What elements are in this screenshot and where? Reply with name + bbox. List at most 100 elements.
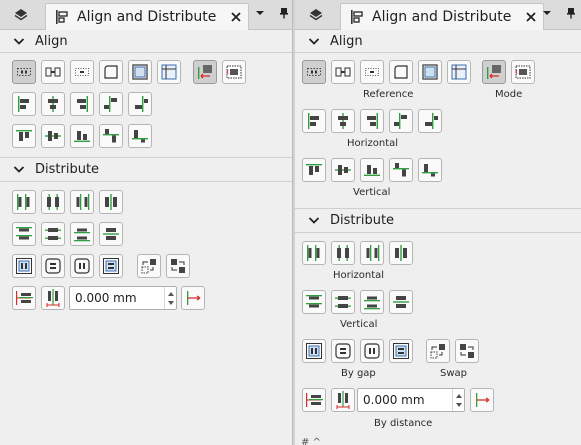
relative-to-biggest-item-button[interactable] <box>41 60 65 84</box>
stepper-down-icon[interactable] <box>167 300 175 306</box>
swap-backward-button[interactable] <box>455 339 479 363</box>
distribute-centers-horizontal-button[interactable] <box>331 241 355 265</box>
relative-to-selection-area-button[interactable] <box>12 60 36 84</box>
gap-option-3-button[interactable] <box>70 254 94 278</box>
align-right-button[interactable] <box>70 92 94 116</box>
align-section-header[interactable]: Align <box>295 30 581 52</box>
align-top-to-bottom-edge-button[interactable] <box>99 124 123 148</box>
distribute-top-edges-button[interactable] <box>12 222 36 246</box>
distance-stepper[interactable] <box>452 389 464 411</box>
apply-distance-button[interactable] <box>181 286 205 310</box>
apply-distance-button[interactable] <box>470 388 494 412</box>
distribute-section-header[interactable]: Distribute <box>0 158 292 180</box>
mode-grid-toggle[interactable] <box>222 60 246 84</box>
distribute-gaps-vertical-button[interactable] <box>389 290 413 314</box>
layers-icon[interactable] <box>301 5 331 25</box>
align-distribute-icon <box>54 9 70 25</box>
swap-forward-button[interactable] <box>137 254 161 278</box>
relative-to-drawing-button[interactable] <box>128 60 152 84</box>
align-center-horizontal-button[interactable] <box>41 92 65 116</box>
distance-spinbox[interactable]: 0.000 mm <box>69 286 177 310</box>
align-right-button[interactable] <box>360 109 384 133</box>
distribute-centers-vertical-button[interactable] <box>331 290 355 314</box>
mode-grid-toggle[interactable] <box>511 60 535 84</box>
distribute-centers-vertical-button[interactable] <box>41 222 65 246</box>
tab-align-and-distribute[interactable]: Align and Distribute <box>45 3 250 30</box>
distribute-gaps-vertical-button[interactable] <box>99 222 123 246</box>
relative-to-biggest-item-button[interactable] <box>331 60 355 84</box>
align-center-horizontal-button[interactable] <box>331 109 355 133</box>
align-right-to-left-edge-button[interactable] <box>128 92 152 116</box>
mode-move-toggle[interactable] <box>482 60 506 84</box>
align-top-button[interactable] <box>12 124 36 148</box>
make-horizontal-gaps-equal-button[interactable] <box>302 339 326 363</box>
align-left-button[interactable] <box>302 109 326 133</box>
distribute-by-distance-vertical-button[interactable] <box>12 286 36 310</box>
chevron-down-icon[interactable] <box>254 7 266 19</box>
relative-to-bbox-button[interactable] <box>157 60 181 84</box>
align-center-vertical-button[interactable] <box>331 158 355 182</box>
align-distribute-panel-right: Align and Distribute Align Reference Mod… <box>295 0 581 445</box>
distribute-left-edges-button[interactable] <box>12 190 36 214</box>
relative-to-page-button[interactable] <box>389 60 413 84</box>
gap-option-3-button[interactable] <box>360 339 384 363</box>
align-top-button[interactable] <box>302 158 326 182</box>
distance-value[interactable]: 0.000 mm <box>75 291 164 305</box>
close-icon[interactable] <box>525 11 537 23</box>
distribute-bottom-edges-button[interactable] <box>70 222 94 246</box>
relative-to-page-button[interactable] <box>99 60 123 84</box>
pin-icon[interactable] <box>278 7 290 19</box>
chevron-down-icon <box>307 34 321 48</box>
make-vertical-gaps-equal-button[interactable] <box>41 254 65 278</box>
swap-forward-button[interactable] <box>426 339 450 363</box>
tab-align-and-distribute[interactable]: Align and Distribute <box>340 3 545 30</box>
distribute-left-edges-button[interactable] <box>302 241 326 265</box>
stepper-up-icon[interactable] <box>167 291 175 297</box>
stepper-up-icon[interactable] <box>455 393 463 399</box>
make-horizontal-gaps-equal-button[interactable] <box>12 254 36 278</box>
distribute-right-edges-button[interactable] <box>360 241 384 265</box>
distribute-by-distance-vertical-button[interactable] <box>302 388 326 412</box>
mode-move-toggle[interactable] <box>193 60 217 84</box>
align-top-to-bottom-edge-button[interactable] <box>389 158 413 182</box>
close-icon[interactable] <box>230 11 242 23</box>
distribute-right-edges-button[interactable] <box>70 190 94 214</box>
distance-spinbox[interactable]: 0.000 mm <box>357 388 465 412</box>
align-bottom-button[interactable] <box>70 124 94 148</box>
distribute-gaps-horizontal-button[interactable] <box>99 190 123 214</box>
stepper-down-icon[interactable] <box>455 402 463 408</box>
relative-to-selection-area-button[interactable] <box>302 60 326 84</box>
distribute-section-title: Distribute <box>330 212 395 228</box>
distribute-centers-horizontal-button[interactable] <box>41 190 65 214</box>
align-bottom-to-top-edge-button[interactable] <box>128 124 152 148</box>
gap-option-4-button[interactable] <box>389 339 413 363</box>
distance-value[interactable]: 0.000 mm <box>363 393 452 407</box>
relative-to-selection-button[interactable] <box>360 60 384 84</box>
distribute-by-distance-horizontal-button[interactable] <box>331 388 355 412</box>
distribute-section-header[interactable]: Distribute <box>295 209 581 231</box>
chevron-down-icon[interactable] <box>541 7 553 19</box>
align-section-header[interactable]: Align <box>0 30 292 52</box>
distribute-top-edges-button[interactable] <box>302 290 326 314</box>
relative-to-bbox-button[interactable] <box>447 60 471 84</box>
align-center-vertical-button[interactable] <box>41 124 65 148</box>
align-left-to-right-edge-button[interactable] <box>99 92 123 116</box>
distribute-bottom-edges-button[interactable] <box>360 290 384 314</box>
align-bottom-button[interactable] <box>360 158 384 182</box>
dock-tab-bar: Align and Distribute <box>295 0 581 30</box>
distribute-gaps-horizontal-button[interactable] <box>389 241 413 265</box>
make-vertical-gaps-equal-button[interactable] <box>331 339 355 363</box>
relative-to-drawing-button[interactable] <box>418 60 442 84</box>
layers-icon[interactable] <box>6 5 36 25</box>
align-right-to-left-edge-button[interactable] <box>418 109 442 133</box>
align-bottom-to-top-edge-button[interactable] <box>418 158 442 182</box>
distance-stepper[interactable] <box>164 287 176 309</box>
gap-option-4-button[interactable] <box>99 254 123 278</box>
pin-icon[interactable] <box>565 7 577 19</box>
vertical-distribute-caption: Vertical <box>340 319 378 330</box>
relative-to-selection-button[interactable] <box>70 60 94 84</box>
distribute-by-distance-horizontal-button[interactable] <box>41 286 65 310</box>
align-left-button[interactable] <box>12 92 36 116</box>
align-left-to-right-edge-button[interactable] <box>389 109 413 133</box>
swap-backward-button[interactable] <box>166 254 190 278</box>
